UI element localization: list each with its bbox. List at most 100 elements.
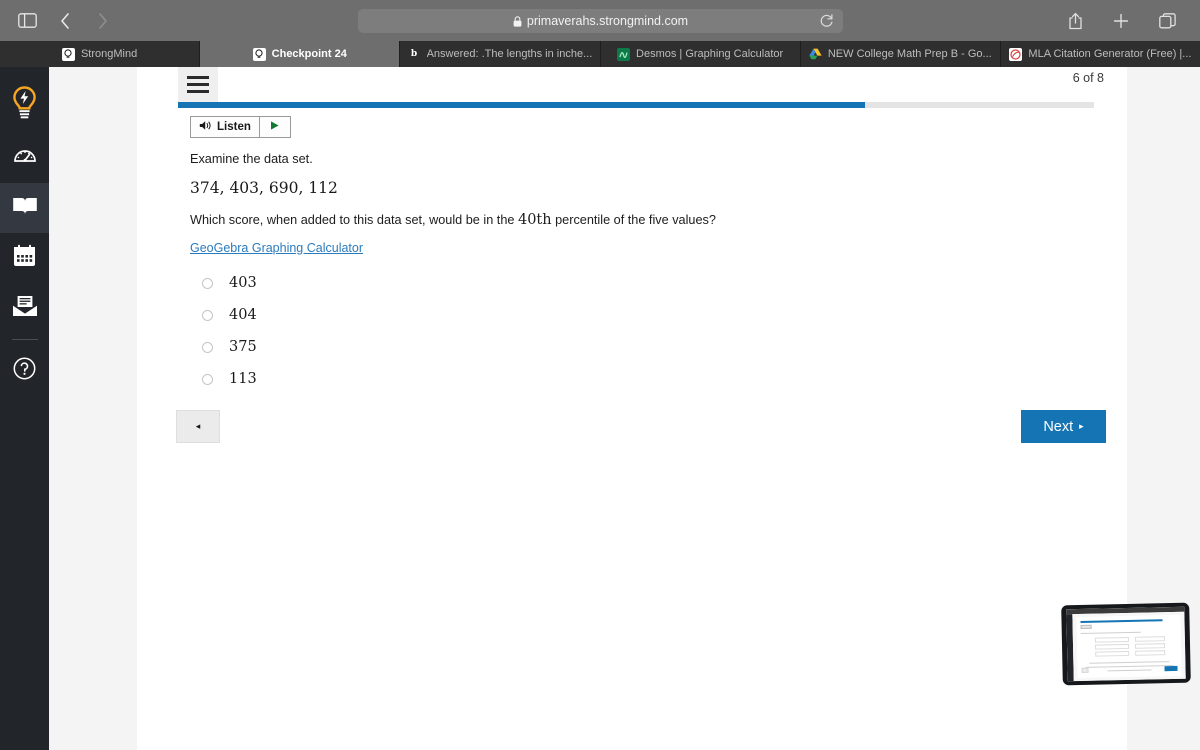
question-counter: 6 of 8 [1072, 71, 1104, 85]
browser-tab-bartleby[interactable]: b Answered: .The lengths in inche... [400, 41, 601, 67]
thumb-row [1095, 650, 1130, 657]
google-drive-icon [809, 48, 822, 61]
play-triangle-icon [269, 118, 280, 136]
question-prompt-part2: percentile of the five values? [551, 213, 716, 227]
next-button-label: Next [1043, 418, 1074, 435]
lms-sidebar [0, 67, 49, 750]
previous-question-button[interactable]: ◂ [176, 410, 220, 443]
browser-toolbar: primaverahs.strongmind.com [0, 0, 1200, 41]
sidebar-item-courses[interactable] [0, 183, 49, 233]
thumb-listen-button [1080, 624, 1092, 629]
progress-bar [178, 102, 1094, 108]
speedometer-icon [13, 144, 37, 173]
question-prompt-part1: Which score, when added to this data set… [190, 213, 518, 227]
lock-icon [513, 15, 522, 27]
browser-actions [1058, 0, 1192, 41]
listen-button-label: Listen [217, 121, 251, 133]
answer-options: 403 404 375 113 [202, 267, 702, 395]
desmos-icon [617, 47, 631, 61]
forward-arrow-icon [86, 7, 120, 35]
radio-button[interactable] [202, 277, 213, 289]
sidebar-item-dashboard[interactable] [0, 133, 49, 183]
radio-button[interactable] [202, 309, 213, 321]
listen-toolbar: Listen [190, 116, 291, 138]
browser-nav-controls [0, 7, 410, 35]
browser-tab-strongmind[interactable]: StrongMind [0, 41, 201, 67]
sidebar-item-help[interactable] [0, 346, 49, 396]
browser-tab-checkpoint-24[interactable]: Checkpoint 24 [200, 41, 401, 67]
browser-tab-label: NEW College Math Prep B - Go... [827, 48, 992, 60]
browser-tab-desmos[interactable]: Desmos | Graphing Calculator [601, 41, 801, 67]
play-button[interactable] [258, 117, 290, 137]
browser-tab-label: Answered: .The lengths in inche... [426, 48, 593, 60]
lightbulb-logo-icon[interactable] [0, 67, 49, 133]
thumb-card [1076, 614, 1182, 679]
thumb-text-line [1085, 665, 1174, 668]
sidebar-divider [11, 339, 38, 340]
hamburger-menu-icon[interactable] [178, 67, 218, 102]
listen-button[interactable]: Listen [191, 117, 259, 137]
progress-bar-fill [178, 102, 865, 108]
question-prompt-percentile: 40th [517, 212, 552, 228]
sidebar-item-inbox[interactable] [0, 283, 49, 333]
thumb-row [1135, 650, 1166, 656]
answer-option-label: 404 [229, 307, 257, 323]
calendar-icon [13, 244, 36, 272]
answer-option[interactable]: 113 [202, 363, 702, 395]
radio-button[interactable] [202, 373, 213, 385]
tab-overview-icon[interactable] [1150, 7, 1184, 35]
answer-option[interactable]: 375 [202, 331, 702, 363]
browser-tab-google-drive[interactable]: NEW College Math Prep B - Go... [801, 41, 1001, 67]
thumb-row [1095, 643, 1130, 650]
hamburger-bar [187, 90, 209, 93]
thumb-text-line [1080, 631, 1141, 634]
strongmind-bulb-icon [252, 47, 266, 61]
screen: primaverahs.strongmind.com StrongMind Ch… [0, 0, 1200, 750]
thumb-body [1072, 611, 1186, 682]
reload-icon[interactable] [819, 13, 835, 29]
address-bar-text: primaverahs.strongmind.com [526, 14, 689, 28]
assessment-content: 6 of 8 Listen Examine the data set. 374,… [137, 67, 1127, 750]
thumb-next-button [1164, 665, 1178, 672]
geogebra-calculator-link[interactable]: GeoGebra Graphing Calculator [190, 241, 363, 255]
share-icon[interactable] [1058, 7, 1092, 35]
thumb-text-line [1089, 661, 1170, 664]
browser-tab-mla-citation[interactable]: MLA Citation Generator (Free) |... [1001, 41, 1200, 67]
radio-button[interactable] [202, 341, 213, 353]
mla-icon [1009, 47, 1023, 61]
open-book-icon [12, 195, 38, 222]
strongmind-bulb-icon [61, 47, 75, 61]
browser-tab-label: Checkpoint 24 [271, 48, 347, 60]
hamburger-bar [187, 76, 209, 79]
previous-caret-icon: ◂ [195, 421, 201, 431]
next-caret-icon: ▸ [1079, 421, 1084, 431]
hamburger-bar [187, 83, 209, 86]
sidebar-toggle-icon[interactable] [10, 7, 44, 35]
question-intro: Examine the data set. [190, 152, 313, 166]
question-circle-icon [13, 357, 36, 385]
bartleby-b-icon: b [407, 47, 421, 61]
device-screen [1066, 606, 1186, 682]
address-bar[interactable]: primaverahs.strongmind.com [358, 9, 843, 33]
thumb-progress [1080, 619, 1163, 623]
question-data-set: 374, 403, 690, 112 [190, 179, 338, 197]
tab-strip: StrongMind Checkpoint 24 b Answered: .Th… [0, 41, 1200, 67]
sidebar-item-calendar[interactable] [0, 233, 49, 283]
answer-option-label: 113 [229, 371, 257, 387]
thumb-text-line [1107, 669, 1152, 672]
plus-icon[interactable] [1104, 7, 1138, 35]
envelope-icon [12, 295, 38, 322]
thumb-row [1094, 636, 1129, 643]
speaker-icon [199, 120, 212, 134]
answer-option[interactable]: 403 [202, 267, 702, 299]
browser-tab-label: MLA Citation Generator (Free) |... [1028, 48, 1192, 60]
question-prompt: Which score, when added to this data set… [190, 212, 716, 228]
answer-option-label: 375 [229, 339, 257, 355]
answer-option[interactable]: 404 [202, 299, 702, 331]
browser-tab-label: Desmos | Graphing Calculator [636, 48, 784, 60]
next-question-button[interactable]: Next ▸ [1021, 410, 1106, 443]
device-preview-thumbnail[interactable] [1061, 602, 1191, 686]
answer-option-label: 403 [229, 275, 257, 291]
device-frame [1061, 602, 1191, 686]
back-arrow-icon[interactable] [48, 7, 82, 35]
